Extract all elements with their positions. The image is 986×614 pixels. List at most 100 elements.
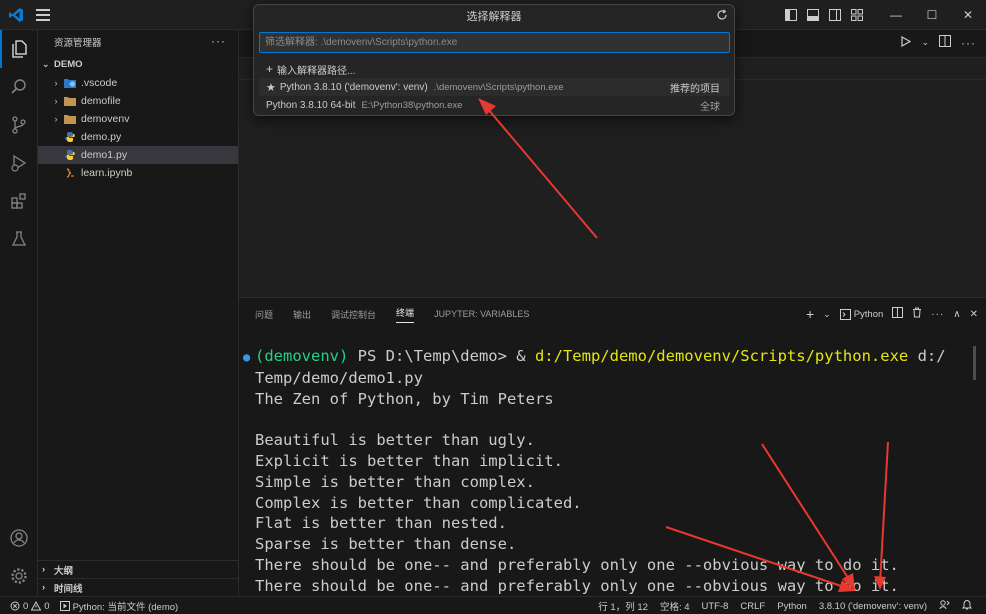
interpreter-path: .\demovenv\Scripts\python.exe [433, 81, 564, 93]
refresh-icon[interactable] [716, 9, 728, 24]
tree-item-label: demovenv [81, 113, 130, 125]
accounts-icon[interactable] [0, 519, 38, 557]
tree-item-label: demofile [81, 95, 121, 107]
eol-status[interactable]: CRLF [740, 601, 765, 612]
terminal-profile-chevron-icon[interactable]: ⌄ [823, 309, 831, 320]
source-control-icon[interactable] [0, 106, 38, 144]
language-mode[interactable]: Python [777, 601, 807, 612]
terminal-output[interactable]: ● (demovenv) PS D:\Temp\demo> & d:/Temp/d… [243, 346, 975, 597]
plus-icon: + [266, 62, 274, 76]
explorer-sidebar: 资源管理器 ··· ⌄ DEMO › .vscode › demofile › … [38, 30, 239, 596]
interpreter-filter-input[interactable] [259, 32, 730, 53]
chevron-right-icon: › [42, 564, 46, 575]
terminal-name: Python [853, 308, 884, 320]
tree-item-demofile[interactable]: › demofile [38, 92, 238, 110]
minimize-button[interactable]: — [878, 0, 914, 30]
close-window-button[interactable]: ✕ [950, 0, 986, 30]
run-debug-icon[interactable] [0, 144, 38, 182]
python-file-icon [62, 149, 78, 161]
enter-interpreter-path-item[interactable]: + 输入解释器路径... [259, 60, 730, 78]
run-python-file-icon[interactable] [901, 35, 912, 50]
maximize-button[interactable]: ☐ [914, 0, 950, 30]
search-icon[interactable] [0, 68, 38, 106]
close-panel-icon[interactable]: ✕ [970, 309, 978, 320]
encoding-status[interactable]: UTF-8 [702, 601, 729, 612]
debug-play-icon [59, 601, 70, 611]
interpreter-item-venv[interactable]: ★ Python 3.8.10 ('demovenv': venv) .\dem… [259, 78, 730, 96]
explorer-icon[interactable] [0, 30, 38, 68]
timeline-section-header[interactable]: › 时间线 [38, 578, 239, 596]
tab-jupyter-variables[interactable]: JUPYTER: VARIABLES [434, 309, 529, 319]
panel-tabs: 问题 输出 调试控制台 终端 JUPYTER: VARIABLES + ⌄ Py… [239, 298, 986, 330]
editor-more-actions-icon[interactable]: ··· [961, 36, 976, 50]
sidebar-title-text: 资源管理器 [54, 38, 102, 49]
debug-config-status[interactable]: Python: 当前文件 (demo) [59, 599, 178, 613]
python-file-icon [62, 131, 78, 143]
warning-count: 0 [44, 600, 50, 612]
tree-item-label: .vscode [81, 77, 118, 89]
venv-indicator: (demovenv) [255, 347, 349, 365]
terminal-output-line: ​ [255, 409, 975, 430]
problems-status[interactable]: 0 0 [10, 601, 50, 612]
python-interpreter-status[interactable]: 3.8.10 ('demovenv': venv) [819, 601, 927, 612]
notifications-bell-icon[interactable] [961, 599, 973, 613]
vscode-logo-icon [9, 8, 23, 22]
interpreter-item-global[interactable]: Python 3.8.10 64-bit E:\Python38\python.… [259, 96, 730, 114]
more-actions-icon[interactable]: ··· [211, 34, 226, 48]
outline-label: 大纲 [54, 565, 74, 577]
folder-icon [62, 113, 78, 125]
tree-item-demovenv[interactable]: › demovenv [38, 110, 238, 128]
tab-output[interactable]: 输出 [293, 308, 311, 321]
terminal-output-line: Complex is better than complicated. [255, 493, 582, 512]
toggle-secondary-sidebar-icon[interactable] [824, 4, 846, 26]
customize-layout-icon[interactable] [846, 4, 868, 26]
workspace-section-header[interactable]: ⌄ DEMO [38, 54, 238, 74]
tree-item-vscode[interactable]: › .vscode [38, 74, 238, 92]
terminal-prompt: PS D:\Temp\demo> & [348, 347, 535, 365]
chevron-right-icon: › [42, 582, 46, 593]
run-options-chevron-icon[interactable]: ⌄ [921, 37, 929, 48]
menu-icon[interactable] [36, 9, 50, 21]
split-editor-icon[interactable] [939, 35, 951, 50]
chevron-right-icon: › [54, 78, 58, 88]
new-terminal-icon[interactable]: + [806, 306, 814, 322]
list-item-label: 输入解释器路径... [277, 65, 356, 77]
toggle-panel-icon[interactable] [802, 4, 824, 26]
tab-terminal[interactable]: 终端 [396, 306, 415, 323]
tab-debug-console[interactable]: 调试控制台 [331, 308, 376, 321]
tree-item-label: demo.py [81, 131, 122, 143]
tree-item-demo-py[interactable]: demo.py [38, 128, 238, 146]
tab-problems[interactable]: 问题 [255, 308, 273, 321]
terminal-scrollbar[interactable] [973, 346, 976, 380]
maximize-panel-icon[interactable]: ∧ [953, 309, 960, 320]
chevron-right-icon: › [54, 96, 58, 106]
terminal-output-line: Simple is better than complex. [255, 472, 535, 491]
cursor-position[interactable]: 行 1，列 12 [598, 599, 648, 613]
split-terminal-icon[interactable] [892, 307, 904, 321]
sidebar-title: 资源管理器 ··· [38, 30, 238, 54]
terminal-command-line: ● (demovenv) PS D:\Temp\demo> & d:/Temp/d… [243, 346, 975, 368]
testing-icon[interactable] [0, 220, 38, 258]
extensions-icon[interactable] [0, 182, 38, 220]
kill-terminal-icon[interactable] [912, 307, 922, 321]
quickpick-title: 选择解释器 [254, 5, 734, 27]
manage-gear-icon[interactable] [0, 557, 38, 595]
select-interpreter-quickpick: 选择解释器 + 输入解释器路径... ★ Python 3.8.10 ('dem… [253, 4, 735, 116]
panel-more-actions-icon[interactable]: ··· [931, 309, 944, 320]
star-icon: ★ [266, 81, 276, 94]
terminal-icon [839, 308, 851, 320]
terminal-command: d:/Temp/demo/demovenv/Scripts/python.exe [534, 347, 909, 365]
feedback-icon[interactable] [939, 599, 950, 613]
chevron-down-icon: ⌄ [42, 58, 50, 69]
command-status-dot: ● [243, 350, 251, 364]
tree-item-demo1-py[interactable]: demo1.py [38, 146, 238, 164]
toggle-primary-sidebar-icon[interactable] [780, 4, 802, 26]
notebook-file-icon [62, 167, 78, 179]
tree-item-learn-ipynb[interactable]: learn.ipynb [38, 164, 238, 182]
timeline-label: 时间线 [54, 583, 83, 595]
global-badge: 全球 [700, 101, 720, 113]
outline-section-header[interactable]: › 大纲 [38, 560, 239, 578]
interpreter-path: E:\Python38\python.exe [361, 99, 463, 111]
indentation-status[interactable]: 空格: 4 [660, 599, 690, 613]
terminal-instance-button[interactable]: Python [839, 308, 884, 320]
